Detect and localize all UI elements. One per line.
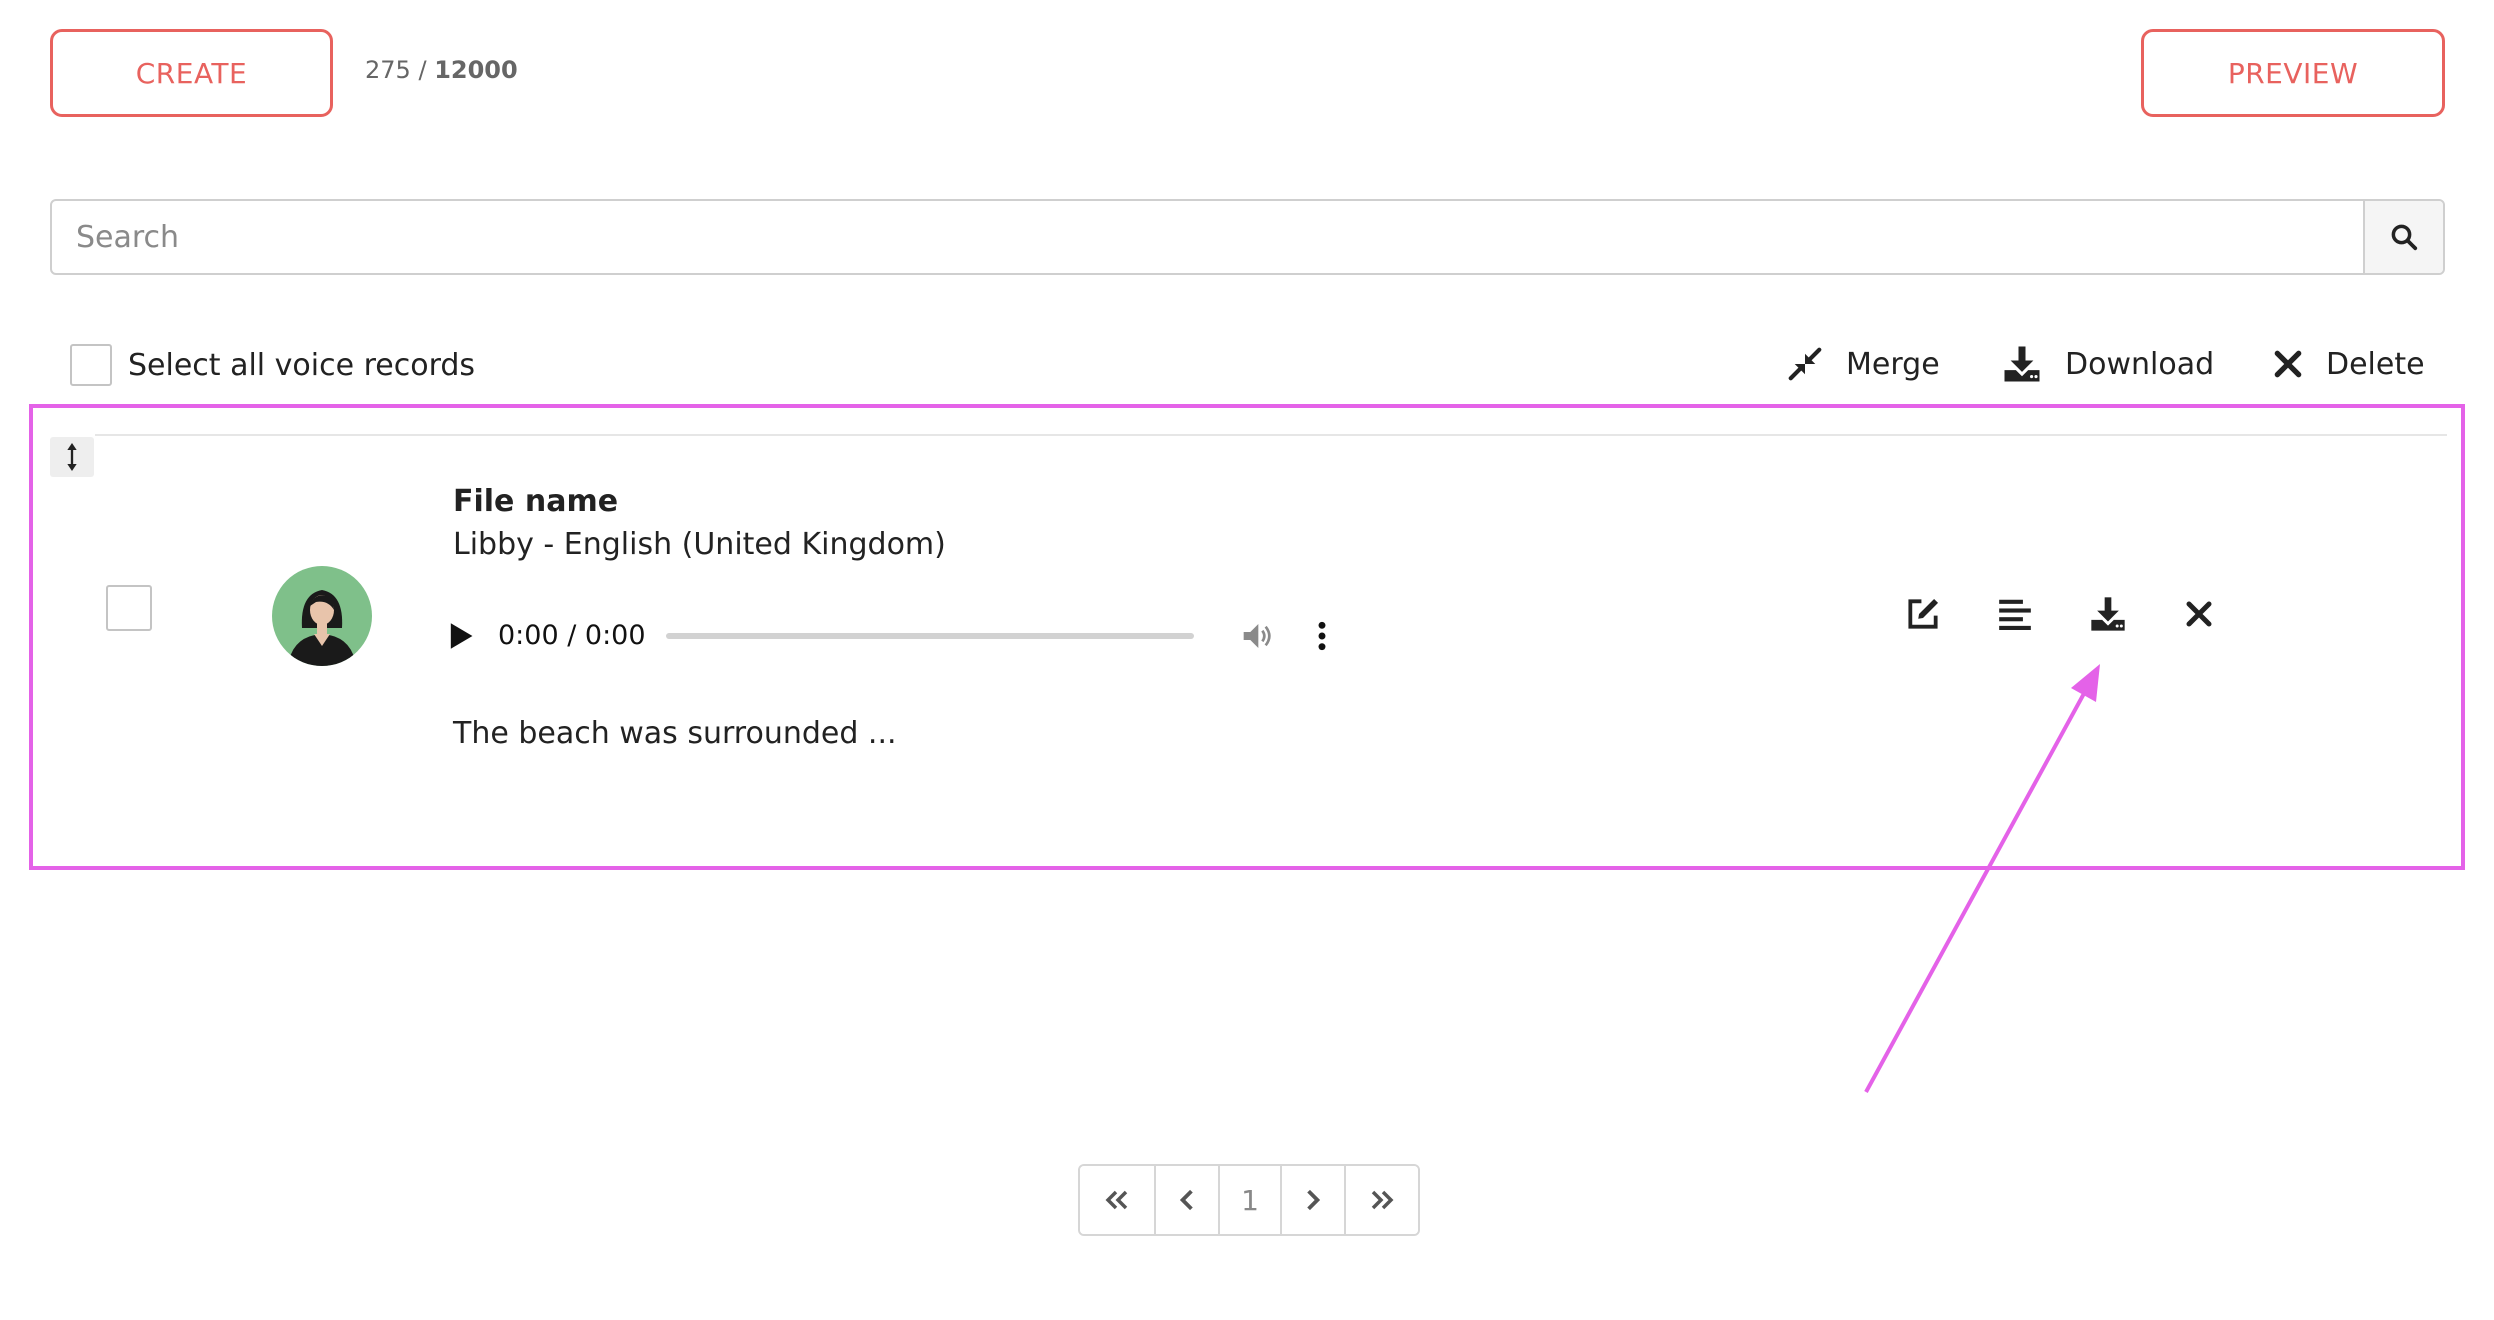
counter-separator: /	[418, 56, 427, 84]
counter-total: 12000	[434, 56, 518, 84]
search-bar	[50, 199, 2445, 275]
delete-label: Delete	[2326, 346, 2425, 382]
chevron-left-icon	[1180, 1189, 1193, 1211]
merge-button[interactable]: Merge	[1786, 340, 1940, 388]
prev-page-button[interactable]	[1156, 1166, 1220, 1234]
counter-used: 275	[365, 56, 411, 84]
last-page-button[interactable]	[1346, 1166, 1418, 1234]
merge-label: Merge	[1846, 346, 1940, 382]
download-button[interactable]: Download	[2001, 340, 2214, 388]
merge-icon	[1788, 347, 1822, 381]
next-page-button[interactable]	[1282, 1166, 1346, 1234]
chevrons-right-icon	[1371, 1190, 1394, 1210]
preview-button[interactable]: PREVIEW	[2141, 29, 2445, 117]
download-label: Download	[2065, 346, 2215, 382]
delete-button[interactable]: Delete	[2272, 340, 2425, 388]
create-button[interactable]: CREATE	[50, 29, 333, 117]
first-page-button[interactable]	[1080, 1166, 1156, 1234]
search-button[interactable]	[2363, 201, 2443, 273]
download-icon	[2004, 346, 2040, 382]
search-icon	[2391, 224, 2418, 251]
select-all-label: Select all voice records	[128, 348, 476, 383]
search-input[interactable]	[52, 201, 2363, 273]
highlight-annotation	[29, 404, 2465, 870]
pagination: 1	[1078, 1164, 1420, 1236]
close-icon	[2274, 350, 2302, 378]
chevrons-left-icon	[1105, 1190, 1128, 1210]
select-all-checkbox[interactable]	[70, 344, 112, 386]
character-counter: 275 / 12000	[365, 56, 518, 84]
chevron-right-icon	[1307, 1189, 1320, 1211]
page-number-button[interactable]: 1	[1220, 1166, 1282, 1234]
